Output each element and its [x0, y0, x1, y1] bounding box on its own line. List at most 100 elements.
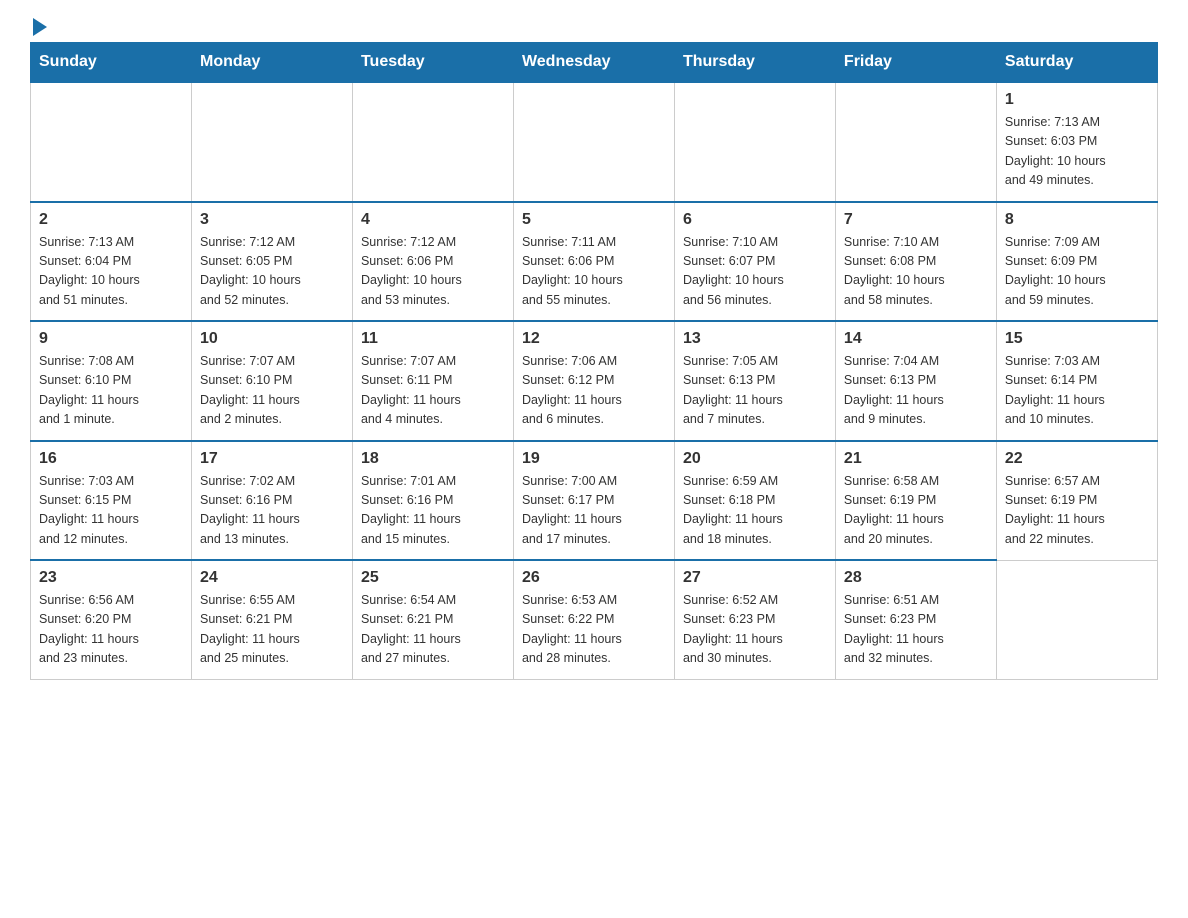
calendar-day-cell: 13 Sunrise: 7:05 AM Sunset: 6:13 PM Dayli… [674, 321, 835, 441]
calendar-day-cell: 19 Sunrise: 7:00 AM Sunset: 6:17 PM Dayli… [513, 441, 674, 561]
calendar-day-cell: 15 Sunrise: 7:03 AM Sunset: 6:14 PM Dayli… [996, 321, 1157, 441]
day-info: Sunrise: 7:13 AM Sunset: 6:04 PM Dayligh… [39, 233, 183, 311]
calendar-day-header: Thursday [674, 43, 835, 83]
calendar-day-cell: 18 Sunrise: 7:01 AM Sunset: 6:16 PM Dayli… [352, 441, 513, 561]
calendar-week-row: 1 Sunrise: 7:13 AM Sunset: 6:03 PM Daylig… [31, 82, 1158, 202]
day-number: 26 [522, 569, 666, 587]
calendar-day-cell: 23 Sunrise: 6:56 AM Sunset: 6:20 PM Dayli… [31, 560, 192, 679]
calendar-table: SundayMondayTuesdayWednesdayThursdayFrid… [30, 42, 1158, 680]
calendar-day-cell: 10 Sunrise: 7:07 AM Sunset: 6:10 PM Dayli… [191, 321, 352, 441]
day-info: Sunrise: 7:05 AM Sunset: 6:13 PM Dayligh… [683, 352, 827, 430]
day-info: Sunrise: 7:11 AM Sunset: 6:06 PM Dayligh… [522, 233, 666, 311]
day-info: Sunrise: 6:58 AM Sunset: 6:19 PM Dayligh… [844, 472, 988, 550]
calendar-day-cell: 14 Sunrise: 7:04 AM Sunset: 6:13 PM Dayli… [835, 321, 996, 441]
calendar-day-cell [835, 82, 996, 202]
day-number: 25 [361, 569, 505, 587]
day-number: 9 [39, 330, 183, 348]
calendar-day-cell: 22 Sunrise: 6:57 AM Sunset: 6:19 PM Dayli… [996, 441, 1157, 561]
calendar-day-cell [513, 82, 674, 202]
day-info: Sunrise: 7:07 AM Sunset: 6:11 PM Dayligh… [361, 352, 505, 430]
day-number: 28 [844, 569, 988, 587]
calendar-day-cell: 8 Sunrise: 7:09 AM Sunset: 6:09 PM Daylig… [996, 202, 1157, 322]
day-number: 6 [683, 211, 827, 229]
day-number: 8 [1005, 211, 1149, 229]
day-number: 12 [522, 330, 666, 348]
calendar-day-cell: 25 Sunrise: 6:54 AM Sunset: 6:21 PM Dayli… [352, 560, 513, 679]
calendar-day-cell: 2Sunrise: 7:13 AM Sunset: 6:04 PM Daylig… [31, 202, 192, 322]
day-info: Sunrise: 7:04 AM Sunset: 6:13 PM Dayligh… [844, 352, 988, 430]
day-number: 7 [844, 211, 988, 229]
calendar-day-cell: 26Sunrise: 6:53 AM Sunset: 6:22 PM Dayli… [513, 560, 674, 679]
calendar-day-header: Monday [191, 43, 352, 83]
day-number: 17 [200, 450, 344, 468]
calendar-day-cell: 6 Sunrise: 7:10 AM Sunset: 6:07 PM Daylig… [674, 202, 835, 322]
calendar-day-cell: 17 Sunrise: 7:02 AM Sunset: 6:16 PM Dayli… [191, 441, 352, 561]
calendar-day-cell [191, 82, 352, 202]
day-info: Sunrise: 6:52 AM Sunset: 6:23 PM Dayligh… [683, 591, 827, 669]
day-number: 22 [1005, 450, 1149, 468]
calendar-day-header: Sunday [31, 43, 192, 83]
calendar-week-row: 9 Sunrise: 7:08 AM Sunset: 6:10 PM Daylig… [31, 321, 1158, 441]
calendar-day-header: Tuesday [352, 43, 513, 83]
day-info: Sunrise: 7:03 AM Sunset: 6:15 PM Dayligh… [39, 472, 183, 550]
calendar-day-header: Friday [835, 43, 996, 83]
calendar-day-cell: 5 Sunrise: 7:11 AM Sunset: 6:06 PM Daylig… [513, 202, 674, 322]
day-number: 20 [683, 450, 827, 468]
day-number: 21 [844, 450, 988, 468]
day-info: Sunrise: 7:12 AM Sunset: 6:05 PM Dayligh… [200, 233, 344, 311]
day-info: Sunrise: 7:13 AM Sunset: 6:03 PM Dayligh… [1005, 113, 1149, 191]
day-info: Sunrise: 6:55 AM Sunset: 6:21 PM Dayligh… [200, 591, 344, 669]
day-number: 5 [522, 211, 666, 229]
logo [30, 20, 47, 32]
day-number: 1 [1005, 91, 1149, 109]
calendar-day-cell: 9 Sunrise: 7:08 AM Sunset: 6:10 PM Daylig… [31, 321, 192, 441]
calendar-day-cell: 4 Sunrise: 7:12 AM Sunset: 6:06 PM Daylig… [352, 202, 513, 322]
day-info: Sunrise: 7:01 AM Sunset: 6:16 PM Dayligh… [361, 472, 505, 550]
day-info: Sunrise: 7:00 AM Sunset: 6:17 PM Dayligh… [522, 472, 666, 550]
day-number: 14 [844, 330, 988, 348]
day-info: Sunrise: 6:57 AM Sunset: 6:19 PM Dayligh… [1005, 472, 1149, 550]
calendar-day-cell: 20 Sunrise: 6:59 AM Sunset: 6:18 PM Dayli… [674, 441, 835, 561]
day-info: Sunrise: 6:59 AM Sunset: 6:18 PM Dayligh… [683, 472, 827, 550]
day-info: Sunrise: 7:10 AM Sunset: 6:07 PM Dayligh… [683, 233, 827, 311]
calendar-day-cell [352, 82, 513, 202]
day-number: 16 [39, 450, 183, 468]
calendar-header-row: SundayMondayTuesdayWednesdayThursdayFrid… [31, 43, 1158, 83]
day-number: 23 [39, 569, 183, 587]
calendar-week-row: 23 Sunrise: 6:56 AM Sunset: 6:20 PM Dayli… [31, 560, 1158, 679]
day-info: Sunrise: 7:07 AM Sunset: 6:10 PM Dayligh… [200, 352, 344, 430]
calendar-day-cell [996, 560, 1157, 679]
calendar-day-cell: 7 Sunrise: 7:10 AM Sunset: 6:08 PM Daylig… [835, 202, 996, 322]
calendar-day-cell: 12 Sunrise: 7:06 AM Sunset: 6:12 PM Dayli… [513, 321, 674, 441]
day-info: Sunrise: 7:09 AM Sunset: 6:09 PM Dayligh… [1005, 233, 1149, 311]
day-number: 18 [361, 450, 505, 468]
calendar-day-cell [31, 82, 192, 202]
day-info: Sunrise: 6:54 AM Sunset: 6:21 PM Dayligh… [361, 591, 505, 669]
day-number: 27 [683, 569, 827, 587]
day-number: 10 [200, 330, 344, 348]
day-info: Sunrise: 7:08 AM Sunset: 6:10 PM Dayligh… [39, 352, 183, 430]
calendar-day-cell: 11Sunrise: 7:07 AM Sunset: 6:11 PM Dayli… [352, 321, 513, 441]
day-info: Sunrise: 6:56 AM Sunset: 6:20 PM Dayligh… [39, 591, 183, 669]
calendar-day-header: Saturday [996, 43, 1157, 83]
calendar-day-cell [674, 82, 835, 202]
day-number: 13 [683, 330, 827, 348]
calendar-day-cell: 28Sunrise: 6:51 AM Sunset: 6:23 PM Dayli… [835, 560, 996, 679]
day-info: Sunrise: 7:12 AM Sunset: 6:06 PM Dayligh… [361, 233, 505, 311]
calendar-day-cell: 24 Sunrise: 6:55 AM Sunset: 6:21 PM Dayli… [191, 560, 352, 679]
calendar-week-row: 16 Sunrise: 7:03 AM Sunset: 6:15 PM Dayli… [31, 441, 1158, 561]
day-info: Sunrise: 7:02 AM Sunset: 6:16 PM Dayligh… [200, 472, 344, 550]
day-number: 15 [1005, 330, 1149, 348]
calendar-week-row: 2Sunrise: 7:13 AM Sunset: 6:04 PM Daylig… [31, 202, 1158, 322]
day-number: 24 [200, 569, 344, 587]
day-number: 4 [361, 211, 505, 229]
day-number: 3 [200, 211, 344, 229]
calendar-day-header: Wednesday [513, 43, 674, 83]
day-info: Sunrise: 7:03 AM Sunset: 6:14 PM Dayligh… [1005, 352, 1149, 430]
day-info: Sunrise: 7:06 AM Sunset: 6:12 PM Dayligh… [522, 352, 666, 430]
day-number: 19 [522, 450, 666, 468]
logo-arrow-icon [33, 18, 47, 36]
page-header [30, 20, 1158, 32]
calendar-day-cell: 27 Sunrise: 6:52 AM Sunset: 6:23 PM Dayli… [674, 560, 835, 679]
day-info: Sunrise: 7:10 AM Sunset: 6:08 PM Dayligh… [844, 233, 988, 311]
